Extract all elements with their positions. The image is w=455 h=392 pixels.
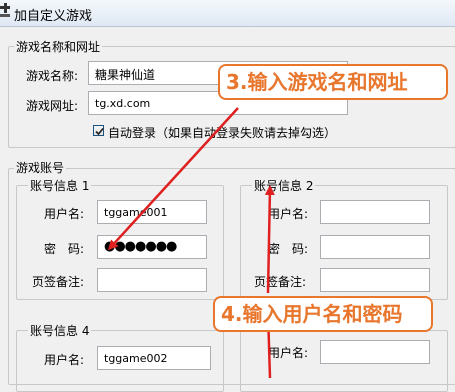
callout-step-4: 4.输入用户名和密码 xyxy=(213,296,433,332)
arrow-to-account-fields xyxy=(264,185,275,294)
arrow-to-name-field xyxy=(107,107,239,251)
callout-step-3: 3.输入游戏名和网址 xyxy=(218,64,448,100)
